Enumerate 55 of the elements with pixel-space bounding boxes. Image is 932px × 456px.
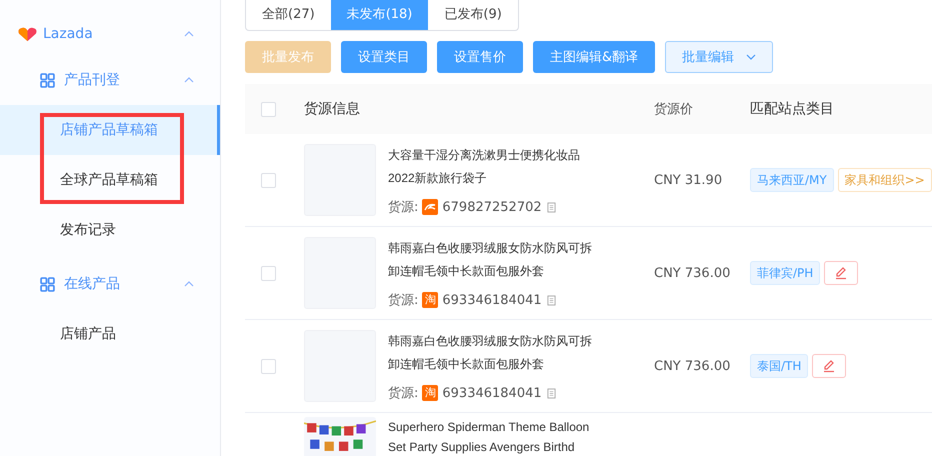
edit-button[interactable]	[824, 261, 858, 285]
sidebar-item[interactable]: 店铺产品草稿箱	[0, 105, 220, 155]
site-tag: 马来西亚/MY	[750, 168, 834, 192]
action-button[interactable]: 设置类目	[341, 41, 427, 73]
product-title: Superhero Spiderman Theme Balloon Set Party Supplies Avengers Birthd	[388, 419, 590, 456]
pencil-icon	[834, 266, 848, 280]
price: CNY 736.00	[654, 266, 730, 280]
tab[interactable]: 未发布(18)	[330, 0, 428, 30]
source-logo-icon: 淘	[422, 292, 438, 308]
checkbox[interactable]	[260, 358, 276, 374]
column-header: 匹配站点类目	[750, 100, 834, 118]
site-tag: 泰国/TH	[750, 354, 808, 378]
sidebar-item[interactable]: 店铺产品	[0, 309, 220, 359]
source-logo-icon	[422, 199, 438, 215]
copy-icon[interactable]	[546, 202, 556, 212]
checkbox[interactable]	[260, 102, 276, 116]
action-button[interactable]: 批量编辑	[665, 41, 774, 73]
sidebar-item[interactable]: 发布记录	[0, 205, 220, 255]
grid-icon	[40, 72, 55, 88]
menu-group[interactable]: 在线产品	[64, 275, 184, 293]
caret-icon	[746, 54, 756, 60]
edit-button[interactable]	[812, 354, 846, 378]
grid-icon	[40, 276, 55, 292]
source-id: 693346184041	[442, 386, 542, 400]
column-header: 货源信息	[304, 100, 360, 118]
source-id: 693346184041	[442, 292, 542, 308]
product-title: 韩雨嘉白色收腰羽绒服女防水防风可拆卸连帽毛领中长款面包服外套	[388, 333, 593, 373]
sidebar-item[interactable]: 全球产品草稿箱	[0, 155, 220, 205]
action-button[interactable]: 设置售价	[437, 41, 523, 73]
brand-name[interactable]: Lazada	[43, 26, 184, 42]
site-tag: 菲律宾/PH	[750, 261, 820, 285]
chevron-icon[interactable]	[184, 281, 194, 287]
source-id: 679827252702	[442, 200, 542, 214]
heart-logo-icon	[18, 26, 37, 42]
pencil-icon	[822, 359, 836, 373]
checkbox[interactable]	[260, 172, 276, 188]
category-tag: 家具和组织>>	[838, 168, 932, 192]
copy-icon[interactable]	[546, 294, 556, 306]
source-label: 货源:	[388, 199, 418, 216]
column-header: 货源价	[654, 102, 693, 117]
source-label: 货源:	[388, 292, 418, 309]
source-logo-icon: 淘	[422, 385, 438, 401]
product-title: 大容量干湿分离洗漱男士便携化妆品2022新款旅行袋子	[388, 147, 581, 187]
price: CNY 736.00	[654, 358, 730, 374]
chevron-icon[interactable]	[184, 31, 194, 37]
product-title: 韩雨嘉白色收腰羽绒服女防水防风可拆卸连帽毛领中长款面包服外套	[388, 240, 593, 280]
source-label: 货源:	[388, 385, 418, 402]
price: CNY 31.90	[654, 172, 722, 188]
copy-icon[interactable]	[546, 388, 556, 398]
tab[interactable]: 已发布(9)	[428, 0, 518, 30]
tab[interactable]: 全部(27)	[246, 0, 331, 30]
menu-group[interactable]: 产品刊登	[64, 71, 184, 89]
chevron-icon[interactable]	[184, 77, 194, 83]
checkbox[interactable]	[260, 266, 276, 280]
action-button[interactable]: 主图编辑&翻译	[533, 41, 656, 73]
